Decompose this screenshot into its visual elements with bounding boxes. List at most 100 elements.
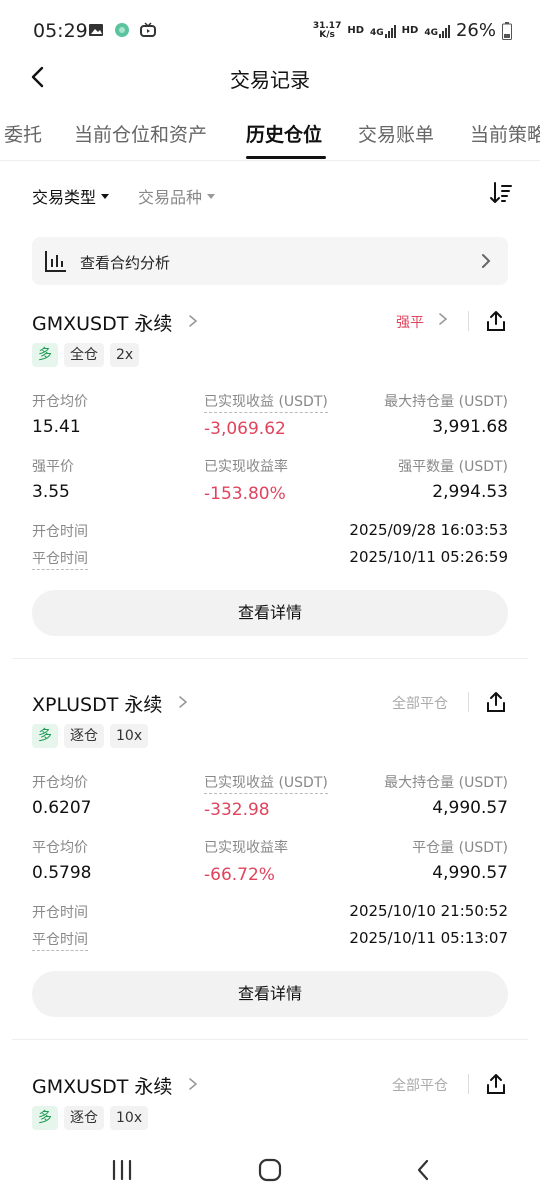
share-icon[interactable] (484, 1072, 508, 1096)
battery-percent: 26% (455, 20, 496, 41)
chevron-right-icon (482, 254, 491, 268)
card-badges: 多 逐仓 10x (32, 724, 149, 748)
contract-analysis-bar[interactable]: 查看合约分析 (32, 237, 508, 285)
realized-pnl-label[interactable]: 已实现收益 (USDT) (204, 772, 328, 794)
close-time-label[interactable]: 平仓时间 (32, 548, 88, 570)
position-card: XPLUSDT 永续 全部平仓 多 逐仓 10x 开仓均价 0.6207 已实现… (0, 690, 540, 1040)
max-position-value: 4,990.57 (432, 798, 508, 818)
status-bar: 05:29 31.17 K/s HD 4G HD 4G 26% (0, 0, 540, 62)
close-avg-price-label: 平仓均价 (32, 840, 88, 856)
system-nav-bar (0, 1140, 540, 1199)
realized-pnl-rate-value: -66.72% (204, 865, 275, 885)
product-filter[interactable]: 交易品种 (138, 184, 216, 208)
close-avg-price-value: 0.5798 (32, 863, 92, 883)
chart-icon (45, 251, 66, 272)
side-badge: 多 (32, 724, 58, 748)
net-label-1: 4G (370, 27, 384, 38)
realized-pnl-rate-value: -153.80% (204, 484, 286, 504)
card-divider (12, 1039, 528, 1040)
card-status[interactable]: 全部平仓 (392, 693, 448, 713)
hd-label-2: HD (401, 25, 419, 36)
card-status[interactable]: 全部平仓 (392, 1075, 448, 1095)
leverage-badge: 2x (110, 343, 140, 367)
tab-positions-assets[interactable]: 当前仓位和资产 (74, 120, 207, 147)
liq-amount-value: 2,994.53 (432, 482, 508, 502)
view-details-button[interactable]: 查看详情 (32, 590, 508, 636)
realized-pnl-rate-label: 已实现收益率 (204, 459, 288, 475)
realized-pnl-value: -3,069.62 (204, 419, 286, 439)
leverage-badge: 10x (110, 1106, 149, 1130)
nav-back-icon[interactable] (410, 1156, 438, 1184)
liq-price-label: 强平价 (32, 459, 74, 475)
app-icon (115, 23, 129, 37)
speed-unit: K/s (319, 29, 335, 40)
card-badges: 多 逐仓 10x (32, 1106, 149, 1130)
tab-current-strategy[interactable]: 当前策略 (470, 120, 540, 147)
header-divider (468, 311, 469, 331)
margin-mode-badge: 逐仓 (64, 1106, 104, 1130)
status-right: 31.17 K/s HD 4G HD 4G 26% (313, 20, 512, 41)
margin-mode-badge: 逐仓 (64, 724, 104, 748)
filter-bar: 交易类型 交易品种 (0, 180, 540, 210)
product-label: 交易品种 (138, 188, 203, 207)
signal-icon (438, 24, 450, 38)
network-speed: 31.17 K/s (313, 21, 341, 40)
position-card: GMXUSDT 永续 全部平仓 多 逐仓 10x (0, 1072, 540, 1140)
top-nav: 交易记录 (0, 56, 540, 100)
view-details-button[interactable]: 查看详情 (32, 971, 508, 1017)
signal-icon (384, 24, 396, 38)
card-badges: 多 全仓 2x (32, 343, 140, 367)
home-icon[interactable] (256, 1156, 284, 1184)
sort-icon[interactable] (488, 180, 514, 206)
open-time-label: 开仓时间 (32, 905, 88, 921)
trade-type-filter[interactable]: 交易类型 (32, 184, 110, 208)
card-symbol[interactable]: GMXUSDT 永续 (32, 1072, 172, 1099)
open-avg-price-label: 开仓均价 (32, 775, 88, 791)
contract-analysis-label: 查看合约分析 (80, 254, 171, 272)
recents-icon[interactable] (108, 1156, 136, 1184)
card-symbol[interactable]: XPLUSDT 永续 (32, 690, 162, 717)
close-amount-value: 4,990.57 (432, 863, 508, 883)
net-block-2: 4G (424, 24, 450, 38)
chevron-right-icon[interactable] (176, 695, 190, 709)
open-time-label: 开仓时间 (32, 524, 88, 540)
chevron-right-icon[interactable] (186, 314, 200, 328)
card-status[interactable]: 强平 (396, 312, 424, 332)
share-icon[interactable] (484, 690, 508, 714)
card-symbol[interactable]: GMXUSDT 永续 (32, 309, 172, 336)
trade-type-label: 交易类型 (32, 188, 97, 207)
card-header: GMXUSDT 永续 全部平仓 (32, 1072, 508, 1100)
close-amount-label: 平仓量 (USDT) (412, 840, 508, 856)
battery-icon (502, 21, 512, 40)
open-avg-price-value: 0.6207 (32, 798, 92, 818)
card-divider (12, 658, 528, 659)
max-position-label: 最大持仓量 (USDT) (384, 394, 508, 410)
hd-label-1: HD (347, 25, 364, 36)
open-time-value: 2025/09/28 16:03:53 (349, 521, 508, 539)
header-divider (468, 692, 469, 712)
status-notification-icons (88, 22, 156, 38)
share-icon[interactable] (484, 309, 508, 333)
tabs-divider (0, 160, 540, 161)
chevron-right-icon[interactable] (186, 1077, 200, 1091)
realized-pnl-value: -332.98 (204, 800, 270, 820)
liq-price-value: 3.55 (32, 482, 70, 502)
leverage-badge: 10x (110, 724, 149, 748)
tab-active-indicator (246, 156, 326, 159)
max-position-value: 3,991.68 (432, 417, 508, 437)
realized-pnl-label[interactable]: 已实现收益 (USDT) (204, 391, 328, 413)
open-avg-price-label: 开仓均价 (32, 394, 88, 410)
margin-mode-badge: 全仓 (64, 343, 104, 367)
side-badge: 多 (32, 1106, 58, 1130)
tab-history-positions[interactable]: 历史仓位 (246, 120, 322, 147)
close-time-label[interactable]: 平仓时间 (32, 929, 88, 951)
net-block-1: 4G (370, 24, 396, 38)
liq-amount-label: 强平数量 (USDT) (398, 459, 508, 475)
tv-icon (140, 22, 156, 37)
open-time-value: 2025/10/10 21:50:52 (349, 902, 508, 920)
caret-down-icon (207, 193, 216, 199)
tab-trade-bills[interactable]: 交易账单 (358, 120, 434, 147)
chevron-right-icon[interactable] (436, 312, 450, 326)
tab-orders[interactable]: 委托 (4, 120, 42, 147)
card-header: XPLUSDT 永续 全部平仓 (32, 690, 508, 718)
